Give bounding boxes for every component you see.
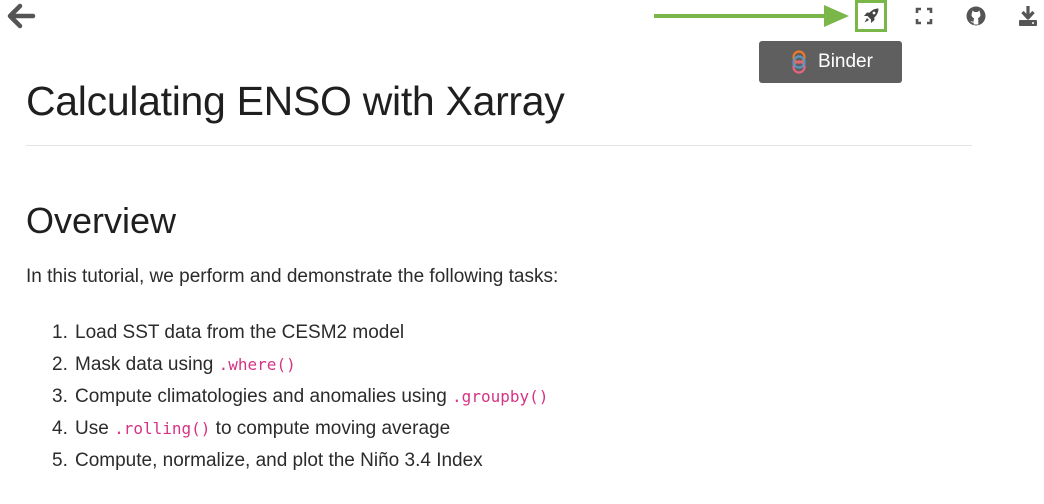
inline-code: .groupby(): [452, 387, 549, 406]
item-number: 4.: [52, 418, 68, 439]
item-text: Compute, normalize, and plot the Niño 3.…: [75, 450, 483, 471]
github-button[interactable]: [963, 3, 989, 29]
download-icon: [1019, 6, 1037, 26]
download-button[interactable]: [1015, 3, 1041, 29]
github-icon: [966, 6, 986, 26]
item-text: Load SST data from the CESM2 model: [75, 322, 405, 343]
binder-tooltip: Binder: [759, 41, 902, 83]
fullscreen-icon: [915, 7, 933, 25]
item-text-after: to compute moving average: [210, 418, 451, 439]
binder-logo-icon: [792, 50, 806, 74]
launch-button[interactable]: [855, 0, 887, 32]
page-title: Calculating ENSO with Xarray: [26, 78, 565, 124]
item-text: Use: [75, 418, 115, 439]
task-list: 1. Load SST data from the CESM2 model 2. M…: [52, 320, 548, 480]
list-item: 2. Mask data using .where(): [52, 352, 548, 384]
item-number: 2.: [52, 354, 68, 375]
item-number: 1.: [52, 322, 68, 343]
list-item: 4. Use .rolling() to compute moving avera…: [52, 416, 548, 448]
annotation-arrow: [654, 5, 849, 27]
item-number: 5.: [52, 450, 68, 471]
intro-text: In this tutorial, we perform and demonst…: [26, 266, 559, 287]
inline-code: .where(): [218, 355, 296, 374]
tooltip-label: Binder: [818, 51, 873, 72]
title-divider: [26, 145, 972, 146]
arrow-left-icon: [7, 3, 36, 29]
top-toolbar: [0, 0, 1044, 34]
list-item: 3. Compute climatologies and anomalies us…: [52, 384, 548, 416]
inline-code: .rolling(): [114, 419, 211, 438]
back-button[interactable]: [6, 2, 36, 30]
item-number: 3.: [52, 386, 68, 407]
list-item: 1. Load SST data from the CESM2 model: [52, 320, 548, 352]
item-text: Mask data using: [75, 354, 219, 375]
rocket-icon: [864, 8, 879, 23]
item-text: Compute climatologies and anomalies usin…: [75, 386, 453, 407]
list-item: 5. Compute, normalize, and plot the Niño …: [52, 448, 548, 480]
section-heading: Overview: [26, 200, 177, 241]
fullscreen-button[interactable]: [911, 3, 937, 29]
